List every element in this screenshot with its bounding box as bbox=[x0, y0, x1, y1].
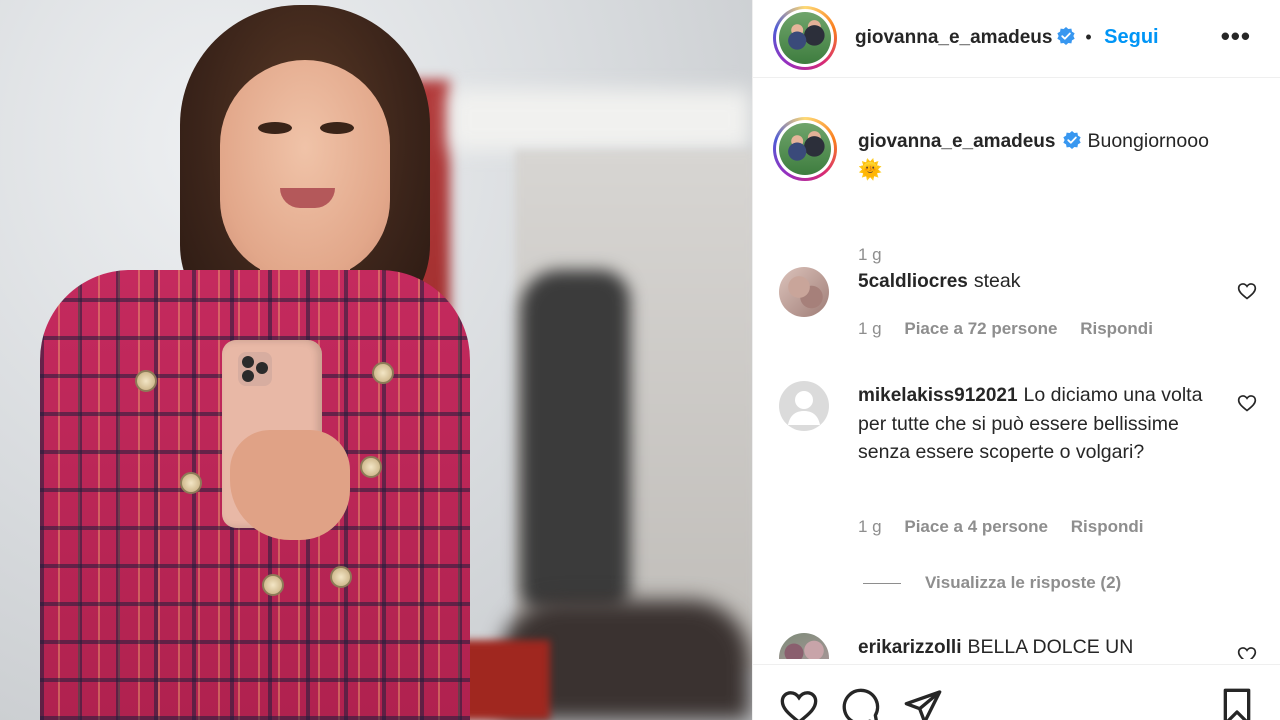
photo-jacket-button bbox=[135, 370, 157, 392]
sun-emoji: 🌞 bbox=[858, 159, 883, 181]
comment-like-heart-icon[interactable] bbox=[1237, 281, 1257, 301]
caption-time[interactable]: 1 g bbox=[858, 245, 882, 264]
comment-text: BELLA DOLCE UN bbox=[967, 636, 1134, 658]
author-avatar[interactable] bbox=[773, 6, 837, 70]
comment-username[interactable]: mikelakiss912021 bbox=[858, 385, 1018, 406]
verified-badge-icon bbox=[1063, 131, 1082, 149]
header-user-row: giovanna_e_amadeus • Segui bbox=[855, 26, 1159, 49]
verified-badge-icon bbox=[1057, 27, 1075, 45]
header-separator: • bbox=[1085, 27, 1092, 47]
comment-avatar[interactable] bbox=[779, 633, 829, 659]
view-replies-label: Visualizza le risposte (2) bbox=[925, 573, 1122, 592]
comment-avatar[interactable] bbox=[779, 381, 829, 431]
post-side-panel: giovanna_e_amadeus • Segui ••• giovanna_… bbox=[752, 0, 1280, 720]
caption-username[interactable]: giovanna_e_amadeus bbox=[858, 131, 1055, 152]
comment-like-heart-icon[interactable] bbox=[1237, 645, 1257, 659]
photo-hand bbox=[230, 430, 350, 540]
bookmark-icon[interactable] bbox=[1217, 687, 1257, 720]
paper-plane-icon[interactable] bbox=[903, 687, 943, 720]
caption-meta: 1 g bbox=[858, 245, 900, 265]
comment-like-heart-icon[interactable] bbox=[1237, 393, 1257, 413]
comment-body: mikelakiss912021 Lo diciamo una volta per… bbox=[858, 381, 1208, 466]
default-avatar-icon bbox=[788, 391, 820, 425]
photo-eye-left bbox=[258, 122, 292, 134]
caption-text: Buongiornooo bbox=[1087, 130, 1209, 152]
comment-likes[interactable]: Piace a 4 persone bbox=[904, 517, 1048, 536]
comment-body: 5caldliocres steak bbox=[858, 267, 1208, 296]
comment-username[interactable]: erikarizzolli bbox=[858, 637, 962, 658]
more-options-icon[interactable]: ••• bbox=[1221, 23, 1251, 49]
comments-list[interactable]: giovanna_e_amadeus Buongiornooo 🌞 1 g 5c… bbox=[753, 79, 1280, 659]
comment-time[interactable]: 1 g bbox=[858, 319, 882, 338]
photo-jacket-button bbox=[180, 472, 202, 494]
photo-jacket-button bbox=[262, 574, 284, 596]
view-replies-button[interactable]: Visualizza le risposte (2) bbox=[863, 573, 1121, 593]
replies-divider bbox=[863, 583, 901, 585]
comment-likes[interactable]: Piace a 72 persone bbox=[904, 319, 1057, 338]
heart-icon[interactable] bbox=[779, 687, 819, 720]
reply-button[interactable]: Rispondi bbox=[1080, 319, 1153, 338]
comment-icon[interactable] bbox=[841, 687, 881, 720]
photo-person bbox=[40, 0, 500, 720]
comment-text: steak bbox=[973, 270, 1021, 292]
photo-jacket-button bbox=[360, 456, 382, 478]
photo-phone-camera bbox=[238, 352, 272, 386]
comment-meta: 1 g Piace a 72 persone Rispondi bbox=[858, 319, 1171, 339]
comment-body: erikarizzolli BELLA DOLCE UN bbox=[858, 633, 1208, 659]
photo-face bbox=[220, 60, 390, 280]
post-header: giovanna_e_amadeus • Segui ••• bbox=[753, 0, 1280, 78]
comment-meta: 1 g Piace a 4 persone Rispondi bbox=[858, 517, 1161, 537]
post-photo[interactable] bbox=[0, 0, 752, 720]
comment-time[interactable]: 1 g bbox=[858, 517, 882, 536]
follow-button[interactable]: Segui bbox=[1104, 26, 1158, 48]
comment-avatar[interactable] bbox=[779, 267, 829, 317]
photo-smile bbox=[280, 188, 335, 208]
photo-eye-right bbox=[320, 122, 354, 134]
photo-jacket-button bbox=[330, 566, 352, 588]
caption-body: giovanna_e_amadeus Buongiornooo 🌞 bbox=[858, 127, 1258, 184]
photo-jacket-button bbox=[372, 362, 394, 384]
reply-button[interactable]: Rispondi bbox=[1071, 517, 1144, 536]
header-username[interactable]: giovanna_e_amadeus bbox=[855, 27, 1052, 48]
photo-hanging-coat bbox=[520, 270, 630, 610]
caption-author-avatar[interactable] bbox=[773, 117, 837, 181]
comment-username[interactable]: 5caldliocres bbox=[858, 271, 968, 292]
post-action-bar bbox=[753, 664, 1280, 720]
